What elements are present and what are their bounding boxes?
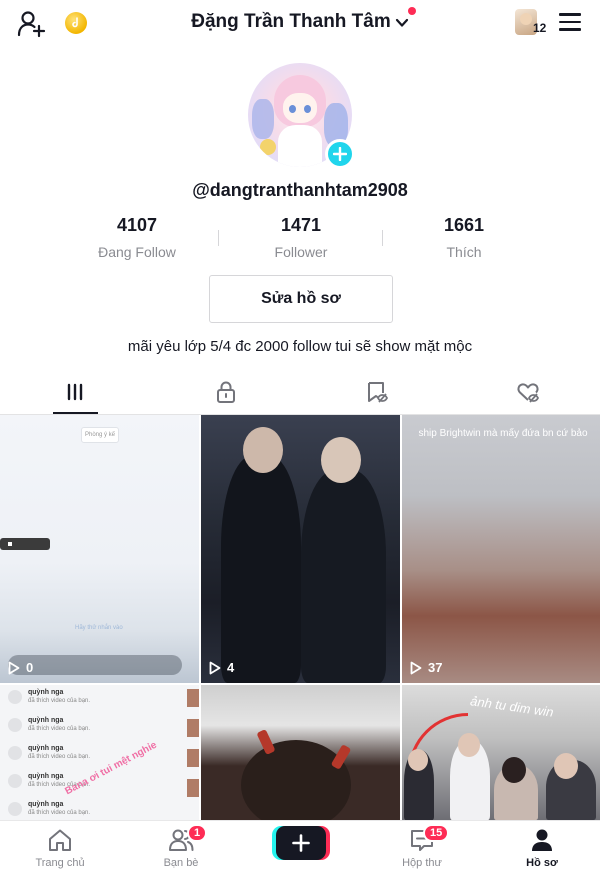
nav-profile[interactable]: Hồ sơ (492, 827, 592, 869)
video-thumbnail-text: Phòng ý kế (81, 427, 119, 443)
nav-label: Trang chủ (35, 857, 85, 869)
bio: mãi yêu lớp 5/4 đc 2000 follow tui sẽ sh… (127, 338, 473, 355)
stat-label: Thích (446, 244, 482, 260)
stat-value: 1471 (280, 215, 322, 235)
home-icon (49, 829, 71, 851)
nav-label: Hộp thư (402, 857, 442, 869)
nav-friends[interactable]: Bạn bè 1 (131, 824, 231, 869)
video-thumbnail-text: Hãy thử nhắn vào (75, 625, 123, 631)
video-tile[interactable]: quỳnh nga đã thích video của bạn. quỳnh n… (0, 685, 199, 820)
divider (382, 230, 383, 246)
stat-value: 1661 (443, 215, 485, 235)
profile-icon (532, 829, 552, 851)
create-button[interactable] (276, 826, 326, 860)
video-tile[interactable]: Phòng ý kế Hãy thử nhắn vào 0 (0, 415, 199, 683)
view-count-value: 37 (428, 660, 443, 675)
stat-value: 4107 (116, 215, 158, 235)
video-tile[interactable]: 4 (201, 415, 400, 683)
heart-icon[interactable] (515, 380, 541, 404)
video-caption: ảnh tu dim win (469, 693, 555, 720)
username: @dangtranthanhtam2908 (192, 180, 408, 200)
play-icon (8, 661, 20, 674)
stat-likes[interactable]: 1661 Thích (404, 215, 524, 260)
lock-icon[interactable] (213, 380, 239, 404)
video-tile[interactable]: ảnh tu dim win (402, 685, 600, 820)
play-icon (209, 661, 221, 674)
view-count-value: 4 (227, 660, 235, 675)
view-count: 37 (410, 660, 442, 675)
menu-icon[interactable] (559, 13, 581, 33)
plus-icon (292, 834, 310, 852)
add-avatar-button[interactable] (325, 139, 355, 169)
view-count-value: 0 (26, 660, 34, 675)
notification-badge: 1 (187, 824, 208, 842)
notification-dot (407, 7, 416, 15)
video-caption: ship Brightwin mà mấy đứa bn cứ bảo (418, 428, 588, 439)
nav-inbox[interactable]: Hộp thư 15 (372, 824, 472, 869)
video-tile[interactable] (201, 685, 400, 820)
video-tile[interactable]: ship Brightwin mà mấy đứa bn cứ bảo 37 (402, 415, 600, 683)
stat-followers[interactable]: 1471 Follower (241, 215, 361, 260)
notification-badge: 15 (423, 824, 450, 842)
profile-tabs (0, 372, 600, 414)
plus-icon (333, 147, 347, 161)
chevron-down-icon (395, 18, 408, 27)
record-bar (0, 538, 50, 550)
divider (218, 230, 219, 246)
stat-label: Follower (274, 244, 328, 260)
profile-visitors-count: 12 (533, 21, 547, 35)
stat-following[interactable]: 4107 Đang Follow (77, 215, 197, 260)
play-icon (410, 661, 422, 674)
grid-icon[interactable] (62, 380, 88, 404)
account-switcher[interactable]: Đặng Trần Thanh Tâm (191, 7, 416, 33)
stat-label: Đang Follow (98, 244, 176, 260)
nav-label: Bạn bè (163, 857, 199, 869)
bookmark-icon[interactable] (364, 380, 390, 404)
profile-display-name: Đặng Trần Thanh Tâm (191, 11, 391, 32)
top-bar: Đặng Trần Thanh Tâm 12 (0, 0, 600, 48)
view-count: 0 (8, 660, 33, 675)
video-thumbnail-overlay (8, 655, 182, 675)
edit-profile-button[interactable]: Sửa hồ sơ (209, 275, 393, 323)
view-count: 4 (209, 660, 234, 675)
nav-label: Hồ sơ (526, 857, 558, 869)
nav-home[interactable]: Trang chủ (10, 827, 110, 869)
